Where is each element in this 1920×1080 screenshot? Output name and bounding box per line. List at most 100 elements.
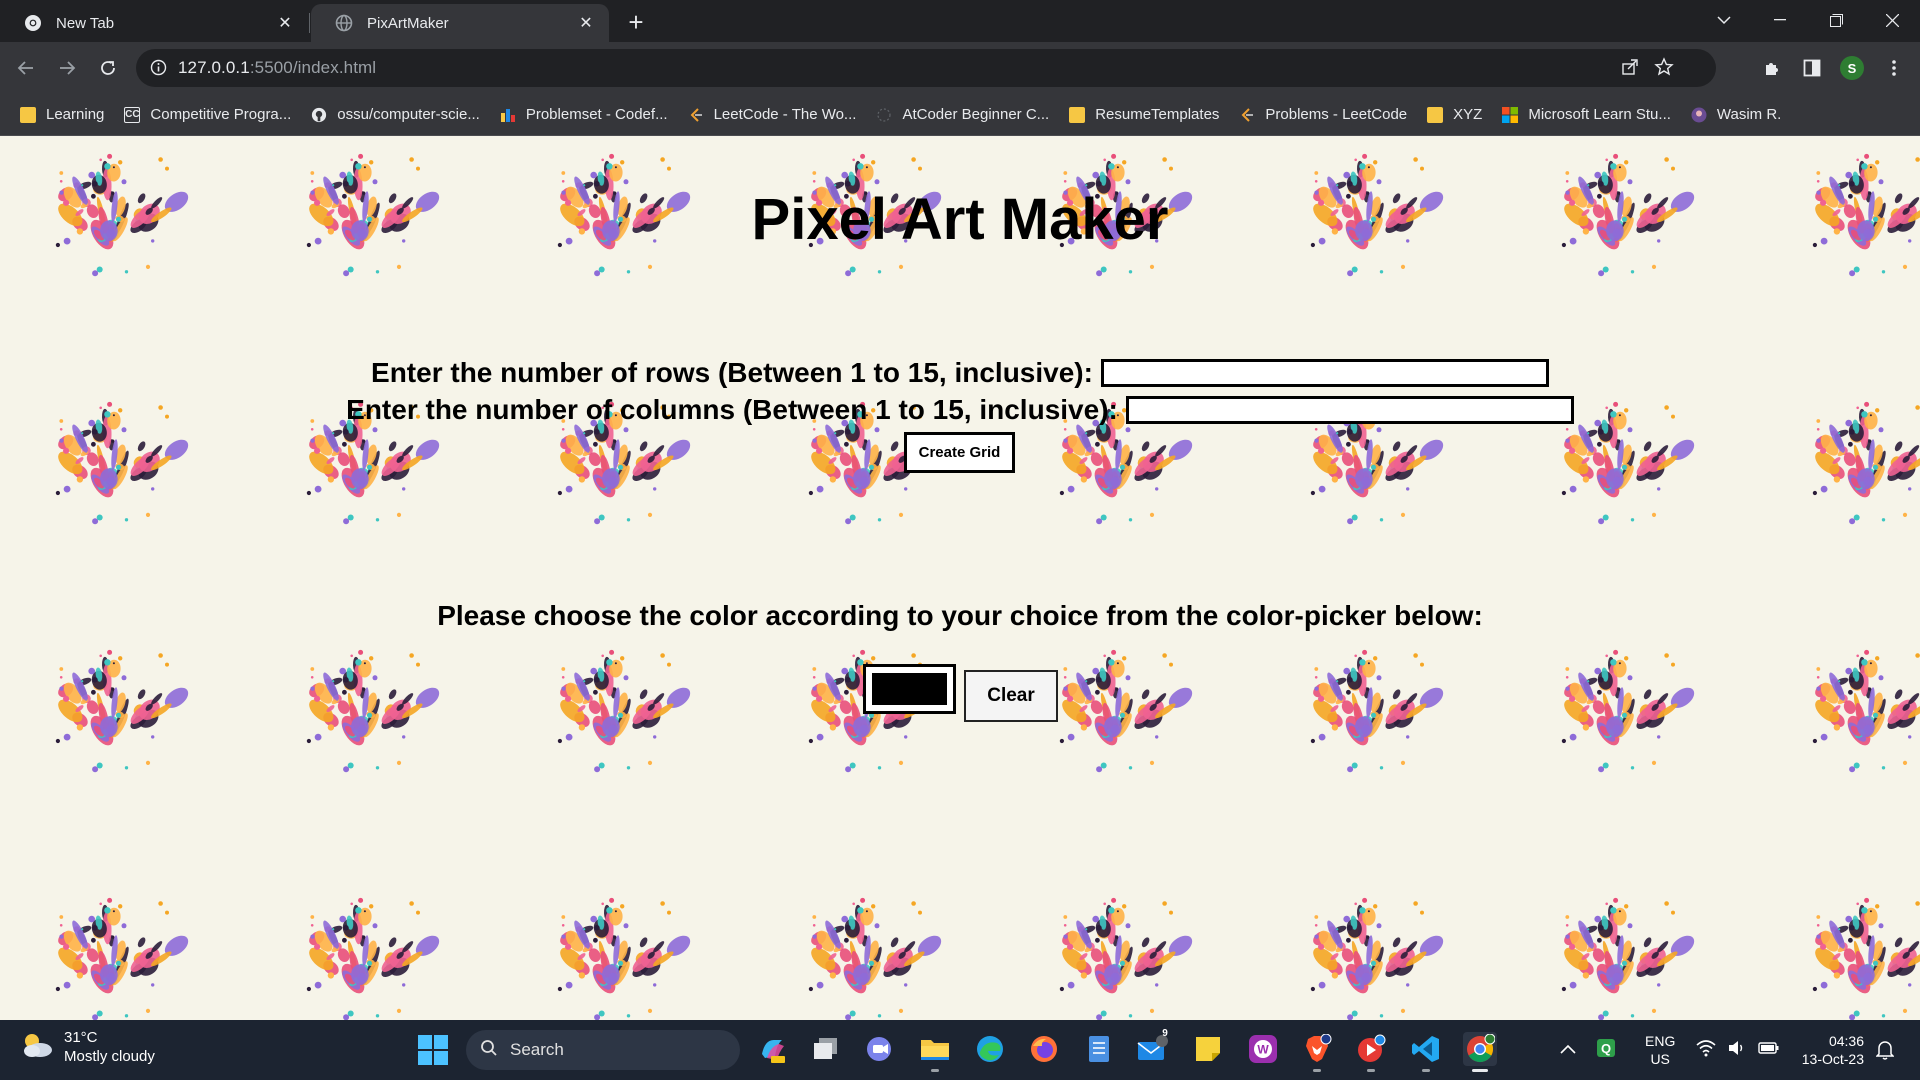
weather-widget[interactable]: 31°C Mostly cloudy: [20, 1028, 155, 1066]
bookmark-star-icon[interactable]: [1654, 57, 1674, 82]
leetcode-icon: [688, 107, 704, 123]
copilot-app-icon[interactable]: [755, 1032, 789, 1066]
language-indicator[interactable]: ENG US: [1645, 1032, 1675, 1068]
profile-avatar[interactable]: S: [1840, 56, 1864, 80]
bookmark-ossu[interactable]: ossu/computer-scie...: [311, 106, 480, 123]
paint-splatter-tile: [1811, 649, 1920, 773]
window-close-icon[interactable]: [1864, 0, 1920, 40]
minimize-icon[interactable]: [1752, 0, 1808, 40]
battery-icon: [1758, 1039, 1780, 1062]
new-tab-button[interactable]: +: [622, 7, 650, 37]
url-path: :5500/index.html: [249, 58, 377, 77]
edge-browser-icon[interactable]: [973, 1032, 1007, 1066]
tab-title: New Tab: [56, 14, 115, 32]
chrome-icon: [24, 14, 42, 32]
tab-pixartmaker[interactable]: PixArtMaker ✕: [311, 4, 609, 42]
vscode-icon[interactable]: [1409, 1032, 1443, 1072]
chevron-up-icon[interactable]: [1560, 1041, 1576, 1059]
bookmark-label: LeetCode - The Wo...: [713, 106, 857, 123]
paint-splatter-tile: [54, 897, 192, 1020]
notepad-icon[interactable]: [1082, 1032, 1116, 1066]
side-panel-icon[interactable]: [1796, 52, 1828, 84]
back-icon[interactable]: [10, 52, 42, 84]
sticky-notes-icon[interactable]: [1191, 1032, 1225, 1066]
task-view-icon[interactable]: [809, 1032, 843, 1066]
bookmark-label: Competitive Progra...: [150, 106, 292, 123]
reload-icon[interactable]: [92, 52, 124, 84]
clock-date: 13-Oct-23: [1801, 1051, 1864, 1067]
close-icon[interactable]: ✕: [575, 12, 597, 34]
bookmark-xyz[interactable]: XYZ: [1427, 106, 1482, 123]
bookmark-wasim[interactable]: Wasim R.: [1691, 106, 1781, 123]
bookmark-microsoft-learn[interactable]: Microsoft Learn Stu...: [1502, 106, 1671, 123]
paint-splatter-tile: [54, 649, 192, 773]
clear-button[interactable]: Clear: [964, 670, 1058, 722]
url-host: 127.0.0.1: [178, 58, 250, 77]
search-icon: [480, 1039, 498, 1062]
windows-start-icon[interactable]: [418, 1035, 448, 1070]
address-bar[interactable]: 127.0.0.1:5500/index.html: [136, 49, 1716, 87]
tab-new-tab[interactable]: New Tab ✕: [0, 4, 308, 42]
taskbar-search[interactable]: Search: [466, 1030, 740, 1070]
page-content: Pixel Art Maker Enter the number of rows…: [0, 136, 1920, 1020]
tab-strip: New Tab ✕ PixArtMaker ✕ +: [0, 0, 1920, 42]
columns-input[interactable]: [1125, 396, 1574, 424]
paint-splatter-tile: [1309, 649, 1447, 773]
avatar-icon: [1691, 107, 1707, 123]
cloudy-weather-icon: [20, 1031, 54, 1064]
bookmark-atcoder[interactable]: AtCoder Beginner C...: [876, 106, 1049, 123]
color-swatch: [872, 673, 947, 705]
site-info-icon[interactable]: [150, 59, 167, 81]
close-icon[interactable]: ✕: [274, 12, 296, 34]
paint-splatter-tile: [1058, 649, 1196, 773]
paint-splatter-tile: [1811, 897, 1920, 1020]
wps-office-icon[interactable]: W: [1246, 1032, 1280, 1066]
bookmark-learning[interactable]: Learning: [20, 106, 104, 123]
file-explorer-icon[interactable]: [918, 1032, 952, 1072]
keyboard-region: US: [1650, 1051, 1670, 1067]
extensions-icon[interactable]: [1756, 52, 1788, 84]
microsoft-icon: [1502, 106, 1519, 123]
search-label: Search: [510, 1040, 564, 1059]
notification-bell-icon[interactable]: [1875, 1040, 1895, 1065]
brave-browser-icon[interactable]: [1300, 1032, 1334, 1072]
rows-label: Enter the number of rows (Between 1 to 1…: [371, 357, 1093, 388]
mail-app-icon[interactable]: 9: [1136, 1028, 1170, 1066]
rows-form-row: Enter the number of rows (Between 1 to 1…: [0, 357, 1920, 389]
paint-splatter-tile: [1560, 649, 1698, 773]
forward-icon[interactable]: [51, 52, 83, 84]
menu-kebab-icon[interactable]: [1878, 52, 1910, 84]
bookmark-codeforces[interactable]: Problemset - Codef...: [500, 106, 668, 123]
teams-meet-icon[interactable]: [863, 1032, 897, 1066]
codeforces-icon: [500, 107, 516, 123]
bookmark-label: Problems - LeetCode: [1265, 106, 1408, 123]
firefox-icon[interactable]: [1027, 1032, 1061, 1066]
leetcode-icon: [1239, 107, 1255, 123]
clock-time: 04:36: [1828, 1033, 1864, 1049]
bookmark-leetcode[interactable]: LeetCode - The Wo...: [688, 106, 857, 123]
bookmark-label: Wasim R.: [1716, 106, 1782, 123]
qbittorrent-icon[interactable]: Q: [1596, 1038, 1616, 1063]
bookmark-problems-leetcode[interactable]: Problems - LeetCode: [1239, 106, 1407, 123]
browser-toolbar: 127.0.0.1:5500/index.html S: [0, 42, 1920, 94]
tab-title: PixArtMaker: [367, 14, 449, 32]
create-grid-button[interactable]: Create Grid: [904, 432, 1015, 473]
color-picker[interactable]: [863, 664, 956, 714]
share-icon[interactable]: [1620, 57, 1640, 82]
tab-separator: [309, 13, 310, 33]
bookmark-resumetemplates[interactable]: ResumeTemplates: [1069, 106, 1219, 123]
folder-icon: [1427, 106, 1444, 123]
bookmark-competitive-programming[interactable]: CC Competitive Progra...: [124, 106, 291, 123]
tab-search-icon[interactable]: [1696, 0, 1752, 40]
restore-icon[interactable]: [1808, 0, 1864, 40]
paint-splatter-tile: [1058, 897, 1196, 1020]
bookmark-label: ossu/computer-scie...: [337, 106, 480, 123]
rows-input[interactable]: [1100, 359, 1549, 387]
clock[interactable]: 04:36 13-Oct-23: [1790, 1032, 1864, 1068]
chrome-app-icon[interactable]: [1463, 1032, 1497, 1072]
media-player-icon[interactable]: [1354, 1032, 1388, 1072]
github-icon: [311, 107, 327, 123]
svg-text:Q: Q: [1601, 1041, 1611, 1056]
network-sound-battery[interactable]: [1696, 1039, 1780, 1062]
bookmark-label: Problemset - Codef...: [525, 106, 668, 123]
